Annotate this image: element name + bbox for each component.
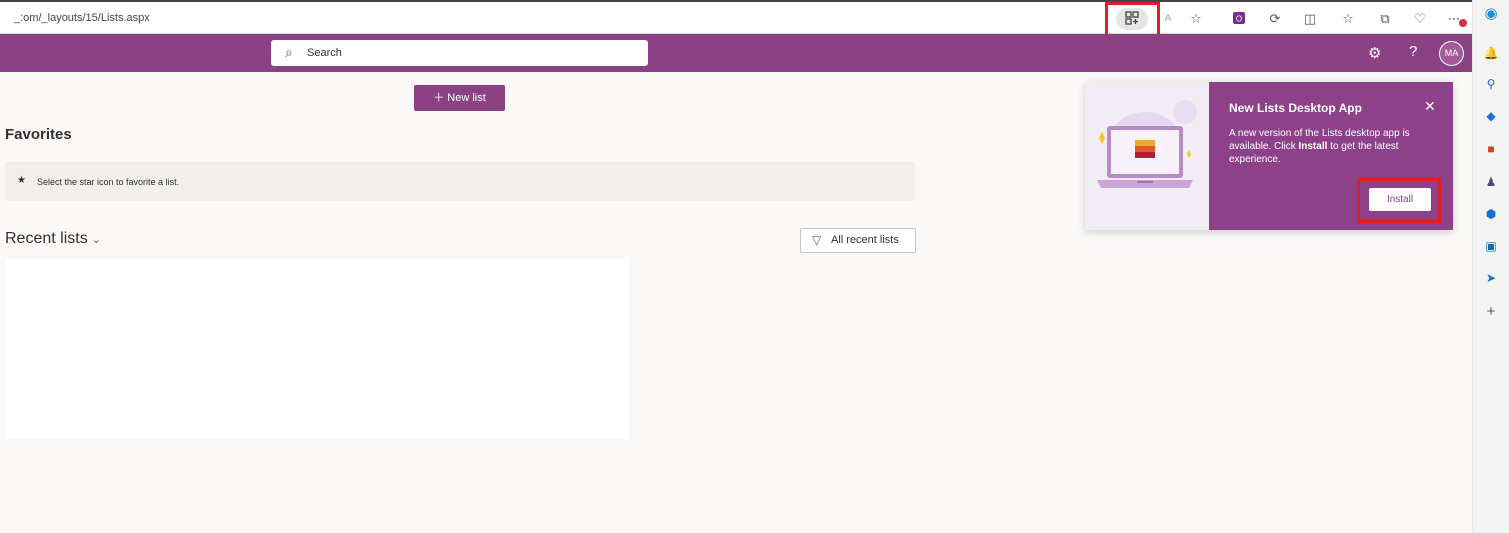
search-placeholder: Search (307, 47, 342, 59)
suite-bar: ⌕ Search ⚙ ? MA (0, 34, 1472, 72)
favorite-star-icon[interactable]: ☆ (1188, 11, 1204, 27)
chevron-down-icon: ⌄ (91, 234, 101, 246)
favorites-heading: Favorites (5, 126, 72, 143)
laptop-illustration (1085, 82, 1209, 230)
new-list-label: New list (447, 92, 486, 104)
briefcase-icon[interactable]: ■ (1483, 141, 1499, 157)
popup-body-bold: Install (1298, 141, 1328, 152)
notification-badge (1459, 19, 1467, 27)
favorites-icon[interactable]: ☆ (1340, 11, 1356, 27)
plus-icon: ＋ (433, 92, 445, 104)
new-list-button[interactable]: ＋ New list (414, 85, 505, 111)
people-icon[interactable]: ♟ (1483, 174, 1499, 190)
read-aloud-icon[interactable]: A (1160, 11, 1176, 27)
split-screen-icon[interactable]: ◫ (1302, 11, 1318, 27)
popup-body: A new version of the Lists desktop app i… (1229, 127, 1441, 166)
recent-lists-heading: Recent lists (5, 230, 88, 247)
add-icon[interactable]: + (1483, 304, 1499, 320)
help-icon[interactable]: ? (1409, 43, 1417, 60)
favorites-hint: Select the star icon to favorite a list. (37, 177, 180, 187)
popup-title: New Lists Desktop App (1229, 101, 1362, 115)
bell-icon[interactable]: 🔔 (1483, 45, 1499, 61)
filter-icon: ▽ (812, 233, 822, 247)
tag-icon[interactable]: ◆ (1483, 108, 1499, 124)
office-icon[interactable]: ⬢ (1483, 206, 1499, 222)
recent-lists-dropdown[interactable]: Recent lists ⌄ (5, 230, 101, 248)
browser-toolbar: _:om/_layouts/15/Lists.aspx A ☆ O ⟳ ◫ ☆ … (0, 0, 1472, 34)
favorites-panel: ★ Select the star icon to favorite a lis… (5, 162, 915, 201)
search-box[interactable]: ⌕ Search (271, 40, 648, 66)
browser-sidebar: ◉ 🔔 ⚲ ◆ ■ ♟ ⬢ ▣ ➤ + (1472, 0, 1509, 533)
copilot-icon[interactable]: ◉ (1483, 6, 1499, 22)
send-icon[interactable]: ➤ (1483, 270, 1499, 286)
avatar[interactable]: MA (1439, 41, 1464, 66)
highlight-box-install (1357, 178, 1441, 223)
star-icon: ★ (17, 175, 26, 186)
outlook-icon[interactable]: ▣ (1483, 238, 1499, 254)
address-bar[interactable]: _:om/_layouts/15/Lists.aspx (14, 12, 150, 24)
search-icon[interactable]: ⚲ (1483, 76, 1499, 92)
recent-lists-area (6, 259, 629, 439)
all-recent-lists-label: All recent lists (831, 234, 899, 246)
search-icon: ⌕ (285, 44, 293, 60)
office-extension-icon[interactable]: O (1231, 11, 1247, 27)
svg-text:O: O (1236, 15, 1242, 24)
settings-gear-icon[interactable]: ⚙ (1368, 44, 1381, 62)
all-recent-lists-button[interactable]: ▽ All recent lists (800, 228, 916, 253)
extension-icon[interactable]: ⟳ (1267, 11, 1283, 27)
close-icon[interactable]: ✕ (1424, 98, 1436, 115)
browser-essentials-icon[interactable]: ♡ (1412, 11, 1428, 27)
collections-icon[interactable]: ⧉ (1377, 11, 1393, 27)
